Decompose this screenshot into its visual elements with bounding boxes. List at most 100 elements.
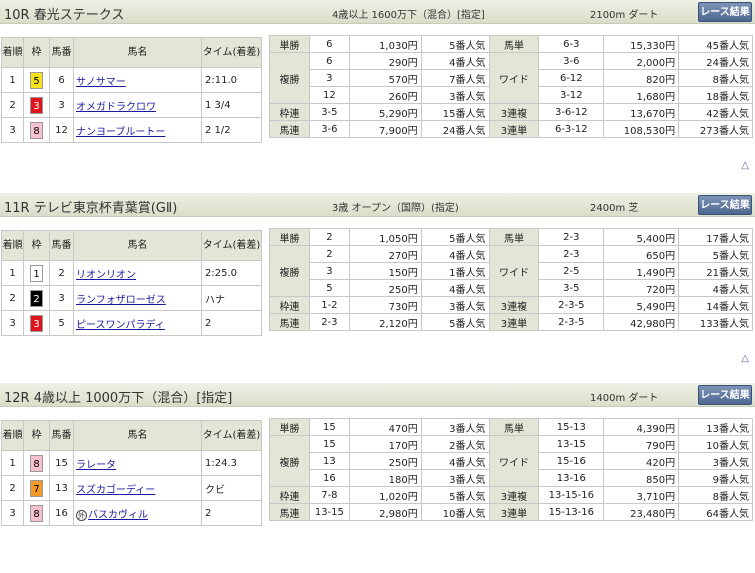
payout-amount: 1,050円 bbox=[348, 228, 422, 246]
popularity-rank: 273番人気 bbox=[678, 120, 753, 138]
bet-type-label: 馬単 bbox=[488, 228, 540, 246]
race-distance: 2100m ダート bbox=[590, 10, 659, 21]
horse-number: 15 bbox=[49, 450, 74, 476]
payout-amount: 730円 bbox=[348, 296, 422, 314]
finish-time: 2 1/2 bbox=[201, 117, 262, 143]
finish-position: 2 bbox=[1, 475, 24, 501]
payout-row: 枠連 3-5 5,290円 15番人気 3連複 3-6-12 13,670円 42番人気 bbox=[269, 103, 753, 121]
result-table: 着順枠馬番 馬名 タイム(着差) 1 8 15 ラレータ 1:24.3 2 7 13 スズカゴーディー… bbox=[1, 420, 262, 526]
bet-combination: 12 bbox=[308, 86, 350, 104]
result-row: 3 8 16 外バスカヴィル 2 bbox=[1, 500, 262, 526]
popularity-rank: 5番人気 bbox=[678, 245, 753, 263]
horse-name-link[interactable]: サノサマー bbox=[76, 77, 126, 88]
gate-cell: 3 bbox=[23, 92, 50, 118]
payout-amount: 3,710円 bbox=[603, 486, 680, 504]
bet-type-label: 3連複 bbox=[488, 296, 540, 314]
race-distance: 2400m 芝 bbox=[590, 203, 639, 214]
horse-name-cell: ランフォザローゼス bbox=[73, 285, 202, 311]
popularity-rank: 3番人気 bbox=[678, 452, 753, 470]
payout-amount: 650円 bbox=[603, 245, 680, 263]
result-row: 2 2 3 ランフォザローゼス ハナ bbox=[1, 285, 262, 311]
page-top-icon[interactable]: △ bbox=[741, 160, 749, 171]
payout-amount: 1,680円 bbox=[603, 86, 680, 104]
payout-amount: 2,980円 bbox=[348, 503, 422, 521]
finish-time: クビ bbox=[201, 475, 262, 501]
bet-type-label: ワイド bbox=[488, 52, 540, 104]
payout-amount: 250円 bbox=[348, 279, 422, 297]
header-time: タイム(着差) bbox=[201, 230, 262, 261]
race-condition: 3歳 オープン（国際）(指定) bbox=[332, 203, 459, 214]
bet-combination: 15-13 bbox=[538, 418, 605, 436]
payout-amount: 13,670円 bbox=[603, 103, 680, 121]
gate-cell: 2 bbox=[23, 285, 50, 311]
bet-combination: 15 bbox=[308, 418, 350, 436]
gate-badge: 3 bbox=[30, 314, 43, 332]
bet-combination: 3-6-12 bbox=[538, 103, 605, 121]
horse-name-link[interactable]: ナンヨーブルートー bbox=[76, 127, 165, 138]
popularity-rank: 5番人気 bbox=[420, 486, 490, 504]
payout-amount: 290円 bbox=[348, 52, 422, 70]
header-uma: 馬番 bbox=[49, 37, 74, 68]
horse-name-link[interactable]: リオンリオン bbox=[76, 270, 136, 281]
payout-amount: 180円 bbox=[348, 469, 422, 487]
horse-name-cell: ラレータ bbox=[73, 450, 202, 476]
payout-amount: 250円 bbox=[348, 452, 422, 470]
horse-name-cell: 外バスカヴィル bbox=[73, 500, 202, 526]
gate-badge: 7 bbox=[30, 479, 43, 497]
horse-name-link[interactable]: バスカヴィル bbox=[88, 510, 148, 521]
payout-amount: 170円 bbox=[348, 435, 422, 453]
header-time: タイム(着差) bbox=[201, 37, 262, 68]
payout-amount: 15,330円 bbox=[603, 35, 680, 53]
horse-name-link[interactable]: スズカゴーディー bbox=[76, 485, 155, 496]
bet-combination: 6 bbox=[308, 52, 350, 70]
page-top-icon[interactable]: △ bbox=[741, 353, 749, 364]
payout-row: 馬連 3-6 7,900円 24番人気 3連単 6-3-12 108,530円 273番人気 bbox=[269, 120, 753, 138]
popularity-rank: 4番人気 bbox=[420, 452, 490, 470]
horse-name-link[interactable]: オメガドラクロワ bbox=[76, 102, 156, 113]
gate-cell: 5 bbox=[23, 67, 50, 93]
result-header-row: 着順枠馬番 馬名 タイム(着差) bbox=[1, 230, 262, 261]
gate-badge: 1 bbox=[30, 264, 43, 282]
popularity-rank: 5番人気 bbox=[420, 313, 490, 331]
payout-amount: 790円 bbox=[603, 435, 680, 453]
payout-amount: 270円 bbox=[348, 245, 422, 263]
popularity-rank: 133番人気 bbox=[678, 313, 753, 331]
horse-name-link[interactable]: ピースワンパラディ bbox=[76, 320, 165, 331]
result-table: 着順枠馬番 馬名 タイム(着差) 1 5 6 サノサマー 2:11.0 2 3 3 オメガドラクロワ 1… bbox=[1, 37, 262, 143]
finish-time: 2 bbox=[201, 310, 262, 336]
payout-row: 複勝 15 170円 2番人気 ワイド 13-15 790円 10番人気 bbox=[269, 435, 753, 487]
popularity-rank: 13番人気 bbox=[678, 418, 753, 436]
popularity-rank: 15番人気 bbox=[420, 103, 490, 121]
horse-number: 12 bbox=[49, 117, 74, 143]
bet-combination: 3-6 bbox=[308, 120, 350, 138]
race-result-button[interactable]: レース結果 bbox=[698, 385, 752, 405]
bet-type-label: 枠連 bbox=[269, 103, 310, 121]
payout-amount: 2,120円 bbox=[348, 313, 422, 331]
bet-type-label: 単勝 bbox=[269, 418, 310, 436]
header-name: 馬名 bbox=[73, 420, 202, 451]
horse-name-link[interactable]: ランフォザローゼス bbox=[76, 295, 166, 306]
header-time: タイム(着差) bbox=[201, 420, 262, 451]
payout-amount: 5,490円 bbox=[603, 296, 680, 314]
horse-name-link[interactable]: ラレータ bbox=[76, 460, 116, 471]
bet-combination: 2-3 bbox=[308, 313, 350, 331]
gate-badge: 5 bbox=[30, 71, 43, 89]
bet-combination: 13-15 bbox=[538, 435, 605, 453]
race-result-button[interactable]: レース結果 bbox=[698, 195, 752, 215]
bet-combination: 13 bbox=[308, 452, 350, 470]
bet-combination: 7-8 bbox=[308, 486, 350, 504]
horse-number: 16 bbox=[49, 500, 74, 526]
header-name: 馬名 bbox=[73, 37, 202, 68]
bet-combination: 2-3 bbox=[538, 245, 605, 263]
horse-number: 6 bbox=[49, 67, 74, 93]
bet-type-label: 複勝 bbox=[269, 245, 310, 297]
payout-amount: 420円 bbox=[603, 452, 680, 470]
payout-amount: 820円 bbox=[603, 69, 680, 87]
payout-amount: 850円 bbox=[603, 469, 680, 487]
bet-type-label: 単勝 bbox=[269, 228, 310, 246]
horse-name-cell: ピースワンパラディ bbox=[73, 310, 202, 336]
race-result-button[interactable]: レース結果 bbox=[698, 2, 752, 22]
payout-amount: 1,020円 bbox=[348, 486, 422, 504]
bet-combination: 3 bbox=[308, 262, 350, 280]
finish-time: 2 bbox=[201, 500, 262, 526]
